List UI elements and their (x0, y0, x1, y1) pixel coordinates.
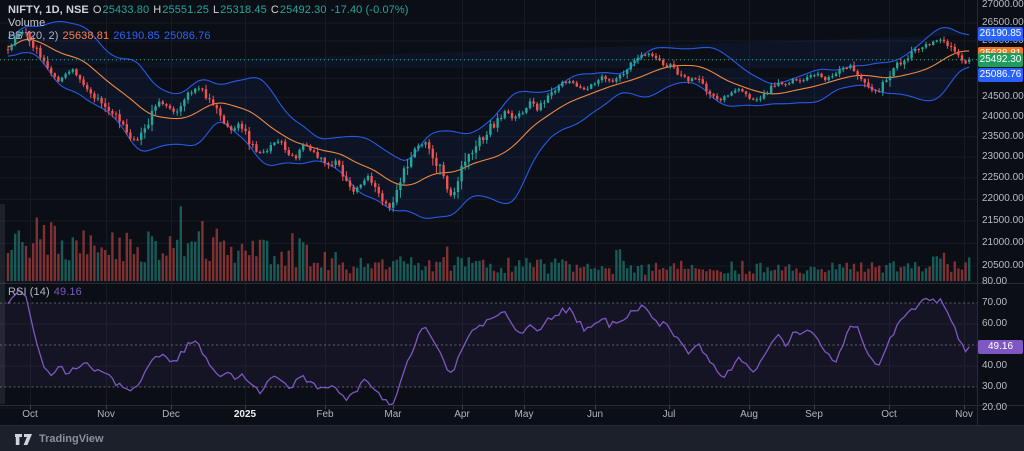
time-axis-label[interactable]: Dec (162, 409, 180, 420)
ohlc-key: O (93, 4, 102, 16)
bb-legend[interactable]: BB (20, 2) 25638.8126190.85 25086.76 (8, 30, 219, 42)
rsi-legend-label[interactable]: RSI (14) (8, 286, 50, 298)
volume-legend[interactable]: Volume (8, 17, 49, 29)
bb-value: 25638.81 (63, 30, 110, 42)
symbol-title[interactable]: NIFTY, 1D, NSE (8, 4, 89, 16)
time-axis-label[interactable]: Mar (384, 409, 401, 420)
price-badge: 26190.85 (978, 27, 1023, 41)
price-axis-label: 27000.00 (982, 0, 1024, 10)
time-axis-label[interactable]: Aug (740, 409, 758, 420)
time-axis-label[interactable]: Nov (97, 409, 115, 420)
time-axis-label[interactable]: Jul (663, 409, 676, 420)
rsi-axis-label: 30.00 (982, 382, 1007, 392)
volume-legend-label[interactable]: Volume (8, 17, 45, 29)
ohlc-value: 25551.25 (162, 4, 209, 16)
symbol-legend[interactable]: NIFTY, 1D, NSE O25433.80H25551.25 L25318.4… (8, 4, 417, 16)
rsi-axis-label: 60.00 (982, 319, 1007, 329)
bb-value: 26190.85 (113, 30, 160, 42)
price-axis-label: 22000.00 (982, 194, 1024, 204)
change-value: -17.40 (-0.07%) (331, 4, 409, 16)
price-badge: 49.16 (978, 340, 1023, 354)
time-axis-label[interactable]: Jun (587, 409, 603, 420)
rsi-legend[interactable]: RSI (14) 49.16 (8, 286, 86, 298)
tradingview-logo-icon[interactable] (14, 431, 33, 447)
chart-canvas[interactable] (0, 0, 1024, 425)
tradingview-chart-window: NIFTY, 1D, NSE O25433.80H25551.25 L25318.4… (0, 0, 1024, 451)
price-axis-label: 24500.00 (982, 92, 1024, 102)
rsi-axis-label: 70.00 (982, 298, 1007, 308)
price-axis-label: 23500.00 (982, 132, 1024, 142)
rsi-legend-value: 49.16 (54, 286, 82, 298)
time-axis-label[interactable]: Oct (881, 409, 897, 420)
bb-values: 25638.8126190.85 25086.76 (63, 30, 215, 42)
price-axis-label: 22500.00 (982, 173, 1024, 183)
ohlc-key: L (213, 4, 219, 16)
time-axis-label[interactable]: Sep (805, 409, 823, 420)
bottom-toolbar: TradingView (0, 425, 1024, 451)
price-badge: 25086.76 (978, 68, 1023, 82)
time-axis-label[interactable]: Nov (955, 409, 973, 420)
ohlc-value: 25318.45 (220, 4, 267, 16)
rsi-axis-label: 80.00 (982, 277, 1007, 287)
price-badge: 25492.30 (978, 53, 1023, 67)
price-axis-label: 20500.00 (982, 261, 1024, 271)
time-axis-label[interactable]: Apr (454, 409, 470, 420)
price-axis-label: 24000.00 (982, 112, 1024, 122)
price-axis-label: 21000.00 (982, 238, 1024, 248)
bb-legend-label[interactable]: BB (20, 2) (8, 30, 59, 42)
rsi-axis-label: 20.00 (982, 403, 1007, 413)
time-axis-label[interactable]: May (515, 409, 534, 420)
tradingview-brand-text[interactable]: TradingView (39, 433, 104, 445)
ohlc-values: O25433.80H25551.25 L25318.45 C25492.30 -17.… (93, 4, 413, 16)
ohlc-value: 25492.30 (280, 4, 327, 16)
price-axis-label: 23000.00 (982, 152, 1024, 162)
time-axis-label[interactable]: Feb (316, 409, 333, 420)
time-axis-label[interactable]: 2025 (234, 409, 256, 420)
ohlc-key: C (271, 4, 279, 16)
rsi-axis-label: 40.00 (982, 361, 1007, 371)
left-edge-strip (0, 204, 5, 404)
bb-value: 25086.76 (164, 30, 211, 42)
ohlc-key: H (153, 4, 161, 16)
price-axis-label: 21500.00 (982, 216, 1024, 226)
ohlc-value: 25433.80 (103, 4, 150, 16)
time-axis-label[interactable]: Oct (22, 409, 38, 420)
